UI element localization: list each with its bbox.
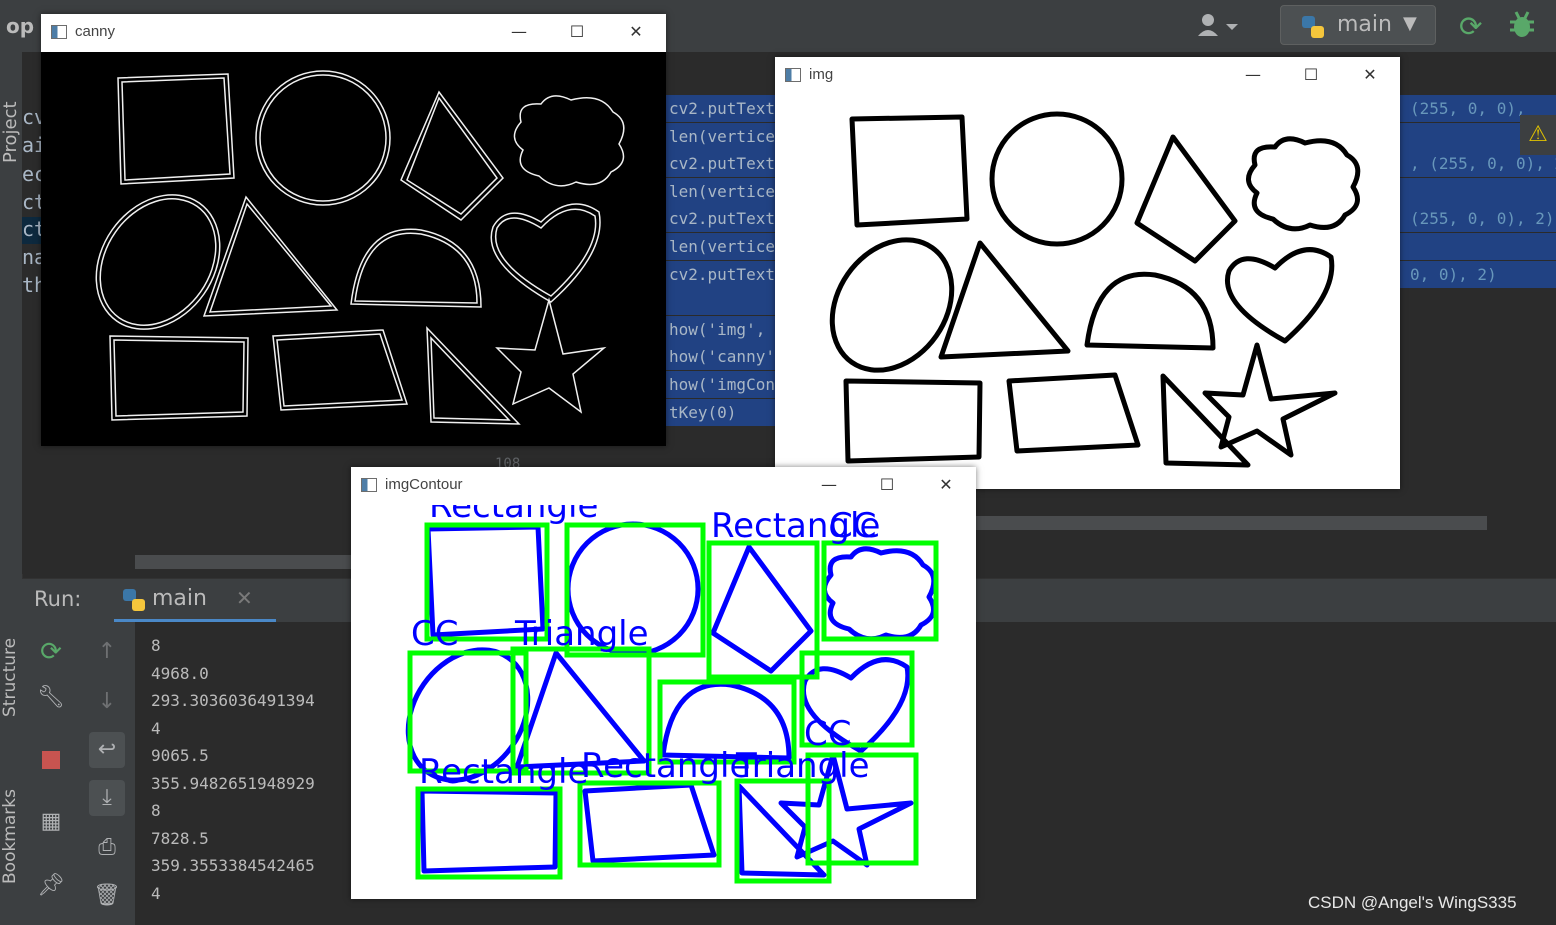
code-line[interactable]: tKey(0) [665, 398, 785, 426]
trash-icon[interactable]: 🗑︎ [89, 878, 125, 914]
python-icon [120, 587, 148, 617]
window-title: img [809, 66, 834, 83]
code-line[interactable]: cv2.putText [665, 95, 785, 122]
console-line: 355.9482651948929 [151, 773, 315, 793]
watermark: CSDN @Angel's WingS335 [1308, 893, 1517, 912]
label-cc: CC [411, 614, 458, 654]
soft-wrap-icon[interactable]: ↩ [89, 732, 125, 768]
console-line: 8 [151, 636, 161, 655]
run-toolbar: ⟳ 🔧︎ ▦ 📌︎ [22, 622, 81, 925]
label-triangle: Triangle [514, 614, 649, 654]
window-icon [361, 478, 377, 492]
code-line[interactable]: cv2.putText [665, 205, 785, 233]
code-line-tail[interactable] [1400, 177, 1556, 205]
horizontal-scrollbar[interactable] [135, 555, 355, 569]
imgcontour-window[interactable]: imgContour — ☐ ✕ Rectangle Rectangle CC … [351, 467, 976, 899]
project-tab[interactable]: Project [0, 72, 22, 192]
user-icon[interactable] [1196, 12, 1246, 40]
label-rectangle: Rectangle [581, 746, 750, 786]
window-titlebar[interactable]: canny — ☐ ✕ [41, 14, 666, 52]
code-line[interactable]: cv2.putText [665, 260, 785, 288]
python-icon [1299, 14, 1327, 44]
console-line: 4 [151, 718, 161, 738]
close-icon[interactable]: ✕ [236, 586, 253, 610]
rerun-icon[interactable]: ⟳ [1459, 10, 1482, 43]
code-line-tail[interactable] [1400, 233, 1556, 260]
console-line: 4968.0 [151, 663, 209, 683]
code-line[interactable]: how('imgCont [665, 371, 785, 398]
close-button[interactable]: ✕ [1358, 63, 1382, 87]
shapes-image [775, 95, 1400, 489]
project-name: op [6, 14, 35, 38]
maximize-button[interactable]: ☐ [565, 20, 589, 44]
debug-icon[interactable] [1508, 10, 1536, 47]
structure-tab[interactable]: Structure [0, 617, 22, 737]
img-window[interactable]: img — ☐ ✕ [775, 57, 1400, 489]
window-title: canny [75, 23, 116, 40]
run-config-label: main [1337, 12, 1392, 37]
run-tab-label: main [152, 586, 207, 611]
close-button[interactable]: ✕ [624, 20, 648, 44]
code-line[interactable]: len(vertices [665, 122, 785, 150]
minimize-button[interactable]: — [1241, 63, 1265, 87]
run-tab-main[interactable]: main ✕ [114, 579, 276, 623]
console-line: 9065.5 [151, 746, 209, 765]
code-line-tail[interactable]: 0, 0), 2) [1400, 260, 1556, 288]
minimize-button[interactable]: — [507, 20, 531, 44]
code-line[interactable]: cv2.putText [665, 150, 785, 178]
maximize-button[interactable]: ☐ [875, 473, 899, 497]
window-title: imgContour [385, 476, 463, 493]
label-rectangle: Rectangle [429, 505, 598, 526]
console-line: 7828.5 [151, 828, 209, 848]
stop-icon[interactable] [33, 742, 69, 778]
down-arrow-icon[interactable]: ↓ [89, 684, 125, 720]
maximize-button[interactable]: ☐ [1299, 63, 1323, 87]
scroll-to-end-icon[interactable]: ⤓ [89, 780, 125, 816]
code-line[interactable]: how('img', i [665, 315, 785, 343]
wrench-icon[interactable]: 🔧︎ [33, 680, 69, 716]
console-line: 359.3553384542465 [151, 856, 315, 875]
warning-icon[interactable]: ⚠ [1520, 115, 1556, 155]
canny-window[interactable]: canny — ☐ ✕ [41, 14, 666, 446]
code-line[interactable]: len(vertices [665, 233, 785, 260]
console-line: 4 [151, 883, 161, 903]
minimize-button[interactable]: — [817, 473, 841, 497]
code-line[interactable] [665, 288, 785, 316]
close-button[interactable]: ✕ [934, 473, 958, 497]
contour-image: Rectangle Rectangle CC CC Triangle CC Re… [351, 505, 976, 899]
console-line: 293.3036036491394 [151, 691, 315, 710]
window-icon [785, 68, 801, 82]
up-arrow-icon[interactable]: ↑ [89, 634, 125, 670]
horizontal-scrollbar[interactable] [975, 516, 1487, 530]
window-titlebar[interactable]: imgContour — ☐ ✕ [351, 467, 976, 505]
label-rectangle: Rectangle [419, 752, 588, 792]
code-line-tail[interactable]: (255, 0, 0), 2) [1400, 205, 1556, 233]
run-label: Run: [34, 587, 82, 611]
run-config-selector[interactable]: main ▼ [1280, 5, 1436, 45]
label-cc: CC [829, 506, 876, 546]
bookmarks-tab[interactable]: Bookmarks [0, 772, 22, 902]
canny-image [41, 52, 666, 446]
console-line: 8 [151, 801, 161, 820]
window-titlebar[interactable]: img — ☐ ✕ [775, 57, 1400, 95]
run-toolbar-secondary: ↑ ↓ ↩ ⤓ ⎙ 🗑︎ [80, 622, 135, 925]
tool-window-strip: Project Structure Bookmarks [0, 52, 23, 925]
code-line[interactable]: how('canny', [665, 343, 785, 371]
chevron-down-icon: ▼ [1403, 13, 1417, 34]
rerun-icon[interactable]: ⟳ [33, 634, 69, 670]
window-icon [51, 25, 67, 39]
layout-icon[interactable]: ▦ [33, 804, 69, 840]
label-triangle: Triangle [735, 746, 870, 786]
pin-icon[interactable]: 📌︎ [33, 868, 69, 904]
print-icon[interactable]: ⎙ [89, 830, 125, 866]
code-line[interactable]: len(vertices [665, 177, 785, 205]
